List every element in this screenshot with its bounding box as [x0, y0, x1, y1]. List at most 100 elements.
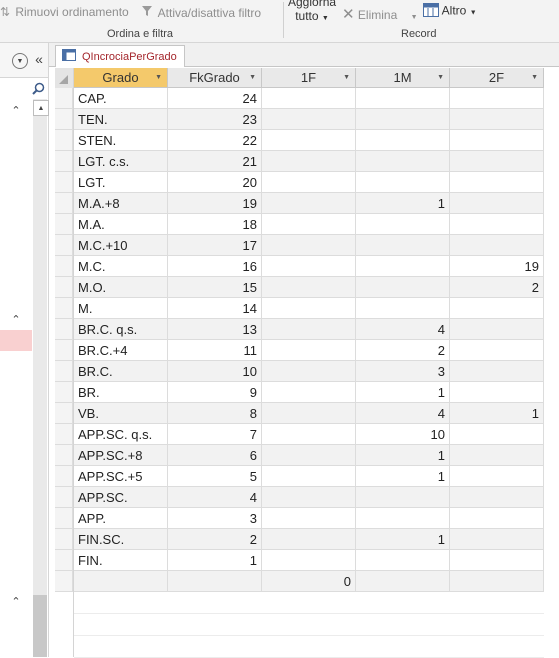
table-cell[interactable]: 2: [168, 529, 262, 550]
collapse-nav-icon[interactable]: «: [33, 51, 45, 67]
table-cell[interactable]: 13: [168, 319, 262, 340]
table-cell[interactable]: [356, 109, 450, 130]
record-selector[interactable]: [55, 88, 73, 109]
table-row[interactable]: APP.SC. q.s. 7 10: [74, 424, 544, 445]
column-header-fkgrado[interactable]: FkGrado ▼: [168, 68, 262, 88]
table-cell[interactable]: 2: [450, 277, 544, 298]
table-row[interactable]: M.O. 15 2: [74, 277, 544, 298]
table-cell[interactable]: TEN.: [74, 109, 168, 130]
table-row[interactable]: BR.C. 10 3: [74, 361, 544, 382]
table-cell[interactable]: [262, 445, 356, 466]
table-row[interactable]: BR.C.+4 11 2: [74, 340, 544, 361]
column-header-1f[interactable]: 1F ▼: [262, 68, 356, 88]
record-selector[interactable]: [55, 445, 73, 466]
chevron-up-double-icon[interactable]: ⌃: [9, 103, 23, 117]
table-cell[interactable]: [356, 550, 450, 571]
table-cell[interactable]: 20: [168, 172, 262, 193]
table-cell[interactable]: [356, 487, 450, 508]
table-cell[interactable]: [450, 445, 544, 466]
table-cell[interactable]: [450, 361, 544, 382]
table-row[interactable]: CAP. 24: [74, 88, 544, 109]
table-cell[interactable]: [450, 550, 544, 571]
record-selector[interactable]: [55, 424, 73, 445]
chevron-up-double-icon[interactable]: ⌃: [9, 594, 23, 608]
record-selector[interactable]: [55, 151, 73, 172]
totals-cell[interactable]: [450, 571, 544, 592]
table-row[interactable]: M. 14: [74, 298, 544, 319]
table-row[interactable]: M.A. 18: [74, 214, 544, 235]
table-cell[interactable]: [450, 382, 544, 403]
remove-sort-button[interactable]: ⇅ Rimuovi ordinamento: [0, 5, 129, 19]
table-cell[interactable]: 1: [356, 529, 450, 550]
table-cell[interactable]: [262, 172, 356, 193]
table-cell[interactable]: 24: [168, 88, 262, 109]
table-cell[interactable]: [450, 487, 544, 508]
table-cell[interactable]: M.A.+8: [74, 193, 168, 214]
table-cell[interactable]: 23: [168, 109, 262, 130]
refresh-all-button[interactable]: Aggiorna tutto ▼: [288, 0, 336, 26]
chevron-down-icon[interactable]: ▼: [343, 74, 350, 81]
table-row[interactable]: BR.C. q.s. 13 4: [74, 319, 544, 340]
record-selector[interactable]: [55, 340, 73, 361]
chevron-up-double-icon[interactable]: ⌃: [9, 312, 23, 326]
table-cell[interactable]: M.A.: [74, 214, 168, 235]
table-cell[interactable]: CAP.: [74, 88, 168, 109]
table-cell[interactable]: FIN.: [74, 550, 168, 571]
scroll-up-icon[interactable]: ▲: [33, 100, 49, 116]
table-cell[interactable]: [450, 214, 544, 235]
totals-cell[interactable]: [356, 571, 450, 592]
table-cell[interactable]: 22: [168, 130, 262, 151]
record-selector[interactable]: [55, 361, 73, 382]
table-cell[interactable]: 5: [168, 466, 262, 487]
table-cell[interactable]: [356, 298, 450, 319]
totals-cell[interactable]: [74, 571, 168, 592]
record-selector[interactable]: [55, 130, 73, 151]
table-cell[interactable]: BR.: [74, 382, 168, 403]
table-row[interactable]: VB. 8 4 1: [74, 403, 544, 424]
table-cell[interactable]: [450, 235, 544, 256]
table-row[interactable]: BR. 9 1: [74, 382, 544, 403]
chevron-down-icon[interactable]: ▼: [155, 74, 162, 81]
table-row[interactable]: APP. 3: [74, 508, 544, 529]
table-cell[interactable]: [450, 193, 544, 214]
chevron-down-icon[interactable]: ▼: [437, 74, 444, 81]
table-cell[interactable]: [450, 88, 544, 109]
table-cell[interactable]: 10: [168, 361, 262, 382]
totals-cell[interactable]: [168, 571, 262, 592]
column-header-1m[interactable]: 1M ▼: [356, 68, 450, 88]
table-cell[interactable]: [450, 508, 544, 529]
table-row[interactable]: APP.SC.+8 6 1: [74, 445, 544, 466]
table-cell[interactable]: 17: [168, 235, 262, 256]
table-cell[interactable]: [356, 277, 450, 298]
table-row[interactable]: M.C. 16 19: [74, 256, 544, 277]
table-cell[interactable]: [450, 340, 544, 361]
table-cell[interactable]: [262, 466, 356, 487]
record-selector[interactable]: [55, 382, 73, 403]
table-cell[interactable]: [262, 151, 356, 172]
nav-selected-item[interactable]: [0, 330, 32, 351]
table-cell[interactable]: [262, 319, 356, 340]
table-cell[interactable]: APP.SC.+8: [74, 445, 168, 466]
table-cell[interactable]: [262, 403, 356, 424]
toggle-filter-button[interactable]: Attiva/disattiva filtro: [141, 5, 261, 20]
table-row[interactable]: APP.SC. 4: [74, 487, 544, 508]
table-cell[interactable]: 1: [356, 193, 450, 214]
record-selector[interactable]: [55, 508, 73, 529]
table-cell[interactable]: [450, 109, 544, 130]
table-cell[interactable]: APP.SC. q.s.: [74, 424, 168, 445]
table-cell[interactable]: [262, 214, 356, 235]
table-cell[interactable]: [356, 235, 450, 256]
table-cell[interactable]: [356, 151, 450, 172]
table-cell[interactable]: [356, 88, 450, 109]
table-cell[interactable]: [262, 88, 356, 109]
table-cell[interactable]: [356, 130, 450, 151]
column-header-grado[interactable]: Grado ▼: [74, 68, 168, 88]
record-selector[interactable]: [55, 550, 73, 571]
chevron-down-icon[interactable]: ▼: [249, 74, 256, 81]
table-cell[interactable]: 15: [168, 277, 262, 298]
record-selector[interactable]: [55, 466, 73, 487]
table-cell[interactable]: M.C.+10: [74, 235, 168, 256]
table-cell[interactable]: [450, 151, 544, 172]
table-cell[interactable]: 3: [356, 361, 450, 382]
table-row[interactable]: LGT. 20: [74, 172, 544, 193]
